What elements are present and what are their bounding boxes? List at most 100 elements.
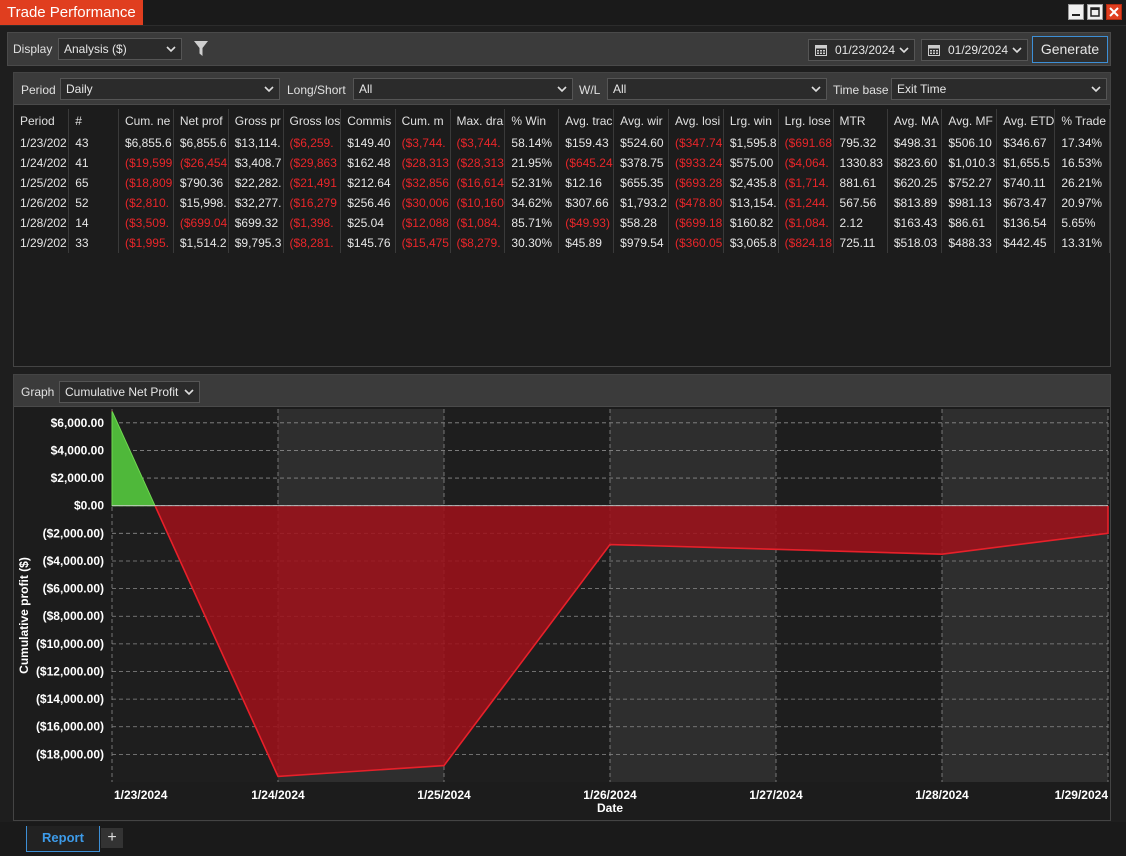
table-cell: $256.46 [340,193,396,213]
table-row[interactable]: 1/25/202 65 ($18,809 $790.36 $22,282. ($21,49… [14,173,1110,193]
table-cell: ($29,863 [283,153,342,173]
table-cell: $823.60 [887,153,943,173]
table-cell: ($19,599 [118,153,174,173]
table-cell: ($1,084. [450,213,506,233]
column-header[interactable]: Commis [340,109,396,133]
chevron-down-icon [557,86,567,93]
data-point [775,548,777,550]
add-tab-button[interactable]: + [101,828,123,848]
table-row[interactable]: 1/28/202 14 ($3,509. ($699.04 $699.32 ($1,398… [14,213,1110,233]
column-header[interactable]: Avg. ETD [996,109,1056,133]
table-cell: 85.71% [504,213,560,233]
display-select[interactable]: Analysis ($) [58,38,182,60]
column-header[interactable]: Avg. trac [558,109,615,133]
table-cell: ($32,856 [395,173,451,193]
y-tick-label: ($4,000.00) [43,554,104,568]
table-cell: $699.32 [228,213,284,233]
tab-report[interactable]: Report [26,826,100,852]
close-icon [1109,7,1119,17]
table-cell: $442.45 [996,233,1056,253]
table-cell: ($1,084. [778,213,834,233]
period-label: Period [21,83,56,97]
table-row[interactable]: 1/23/202 43 $6,855.6 $6,855.6 $13,114. ($6,25… [14,133,1110,153]
table-cell: $307.66 [558,193,615,213]
y-tick-label: $2,000.00 [51,471,105,485]
table-cell: $1,793.2 [613,193,669,213]
chevron-down-icon [1012,47,1022,54]
table-cell: $212.64 [340,173,396,193]
column-header[interactable]: % Trade [1054,109,1110,133]
maximize-button[interactable] [1087,4,1103,20]
table-cell: $1,514.2 [173,233,229,253]
data-point [1107,532,1109,534]
column-header[interactable]: MTR [833,109,888,133]
timebase-select[interactable]: Exit Time [891,78,1107,100]
table-cell: $162.48 [340,153,396,173]
window-controls [1068,4,1122,20]
column-header[interactable]: Cum. m [395,109,451,133]
table-row[interactable]: 1/26/202 52 ($2,810. $15,998. $32,277. ($16,2… [14,193,1110,213]
column-header[interactable]: Avg. MF [941,109,998,133]
chevron-down-icon [166,46,176,53]
column-header[interactable]: Period [14,109,70,133]
column-header[interactable]: Max. dra [450,109,506,133]
display-select-value: Analysis ($) [64,42,127,56]
minimize-button[interactable] [1068,4,1084,20]
column-header[interactable]: Avg. losi [668,109,724,133]
column-header[interactable]: Gross pr [228,109,284,133]
table-cell: $575.00 [723,153,779,173]
table-cell: $6,855.6 [118,133,174,153]
table-cell: 1330.83 [833,153,888,173]
column-header[interactable]: # [68,109,119,133]
chevron-down-icon [264,86,274,93]
generate-button[interactable]: Generate [1032,36,1108,63]
table-cell: $45.89 [558,233,615,253]
table-cell: 725.11 [833,233,888,253]
table-cell: 881.61 [833,173,888,193]
graph-select[interactable]: Cumulative Net Profit [59,381,200,403]
wl-select[interactable]: All [607,78,827,100]
table-cell: ($8,279. [450,233,506,253]
longshort-select[interactable]: All [353,78,573,100]
y-tick-label: ($2,000.00) [43,526,104,540]
column-header[interactable]: % Win [504,109,560,133]
timebase-select-value: Exit Time [897,82,947,96]
end-date-value: 01/29/2024 [948,43,1009,57]
table-cell: ($693.28 [668,173,724,193]
performance-table: Period # Cum. ne Net prof Gross pr Gross los C… [14,109,1110,253]
table-cell: 5.65% [1054,213,1110,233]
start-date-value: 01/23/2024 [835,43,896,57]
table-cell: ($49.93) [558,213,615,233]
column-header[interactable]: Avg. MA [887,109,943,133]
close-button[interactable] [1106,4,1122,20]
period-select[interactable]: Daily [60,78,280,100]
column-header[interactable]: Lrg. lose [778,109,834,133]
table-cell: 52 [68,193,119,213]
table-cell: 795.32 [833,133,888,153]
column-header[interactable]: Cum. ne [118,109,174,133]
column-header[interactable]: Lrg. win [723,109,779,133]
table-cell: ($2,810. [118,193,174,213]
table-cell: $25.04 [340,213,396,233]
table-cell: 20.97% [1054,193,1110,213]
x-axis-label: Date [597,801,623,815]
table-row[interactable]: 1/24/202 41 ($19,599 ($26,454 $3,408.7 ($29,8… [14,153,1110,173]
filter-icon[interactable] [194,41,208,57]
table-cell: 1/28/202 [14,213,70,233]
table-cell: $3,065.8 [723,233,779,253]
end-date-picker[interactable]: 01/29/2024 [921,39,1028,61]
column-header[interactable]: Avg. wir [613,109,669,133]
data-point [941,553,943,555]
period-select-value: Daily [66,82,93,96]
column-header[interactable]: Net prof [173,109,229,133]
x-tick-label: 1/26/2024 [583,788,637,802]
column-header[interactable]: Gross los [283,109,342,133]
x-tick-label: 1/24/2024 [251,788,305,802]
start-date-picker[interactable]: 01/23/2024 [808,39,915,61]
graph-label: Graph [21,385,55,399]
table-row[interactable]: 1/29/202 33 ($1,995. $1,514.2 $9,795.3 ($8,28… [14,233,1110,253]
data-point [277,775,279,777]
table-cell: $620.25 [887,173,943,193]
toolbar: Display Analysis ($) 01/23/2024 01/29/20… [7,32,1111,66]
table-cell: ($28,313 [395,153,451,173]
